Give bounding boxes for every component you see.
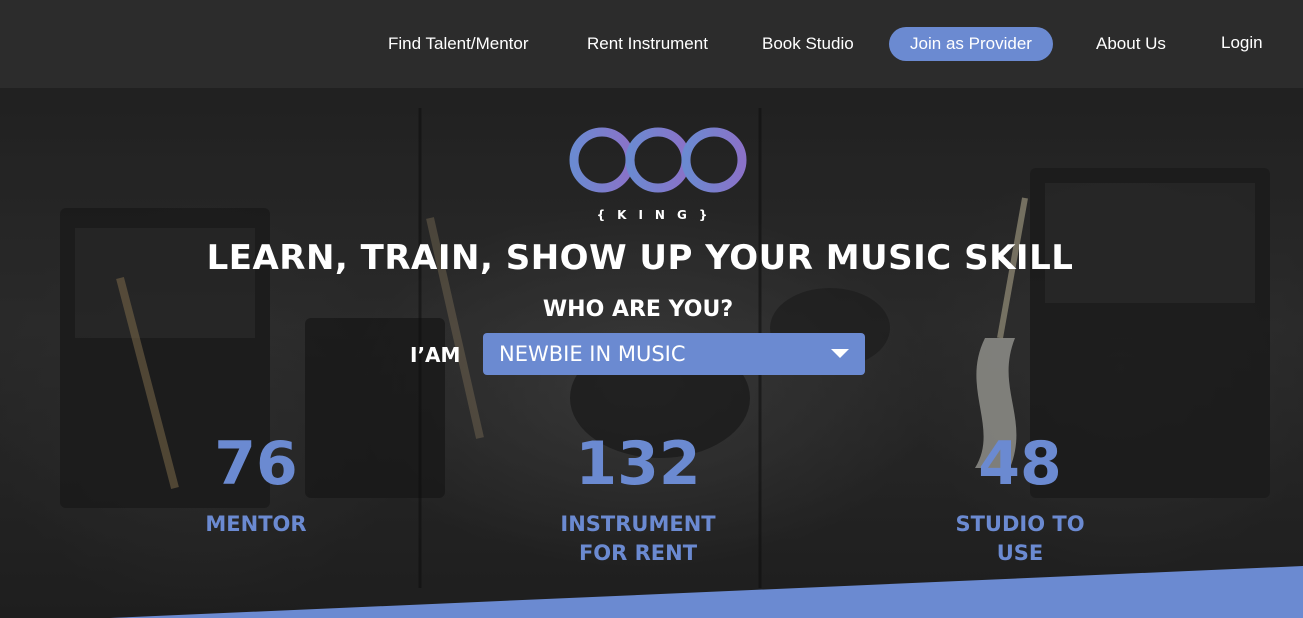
user-type-select[interactable]: NEWBIE IN MUSIC <box>483 333 865 375</box>
stat-label-line1: MENTOR <box>205 512 307 536</box>
stat-instrument: 132 INSTRUMENT FOR RENT <box>548 432 728 568</box>
stat-mentor: 76 MENTOR <box>180 432 332 539</box>
logo-subtitle: {KING} <box>596 208 720 222</box>
stat-number: 76 <box>214 429 298 499</box>
join-as-provider-button[interactable]: Join as Provider <box>889 27 1053 61</box>
bottom-accent-wave <box>110 566 1303 618</box>
stat-studio: 48 STUDIO TO USE <box>940 432 1100 568</box>
stat-label-line1: INSTRUMENT <box>560 512 716 536</box>
logo[interactable]: {KING} <box>566 96 750 228</box>
stat-number: 132 <box>575 429 701 499</box>
top-navbar: Find Talent/Mentor Rent Instrument Book … <box>0 0 1303 88</box>
nav-find-talent[interactable]: Find Talent/Mentor <box>388 34 528 54</box>
triangle-down-icon[interactable] <box>831 349 849 358</box>
hero-headline: LEARN, TRAIN, SHOW UP YOUR MUSIC SKILL <box>206 238 1074 278</box>
dbo-logo-icon <box>569 100 747 193</box>
stat-label-line1: STUDIO TO <box>955 512 1085 536</box>
who-are-you-heading: WHO ARE YOU? <box>542 297 734 322</box>
nav-book-studio[interactable]: Book Studio <box>762 34 854 54</box>
nav-rent-instrument[interactable]: Rent Instrument <box>587 34 708 54</box>
nav-about-us[interactable]: About Us <box>1096 34 1166 54</box>
user-type-value: NEWBIE IN MUSIC <box>499 342 686 366</box>
nav-login[interactable]: Login <box>1221 33 1263 53</box>
stat-number: 48 <box>978 429 1062 499</box>
iam-label: I’AM <box>410 343 461 367</box>
